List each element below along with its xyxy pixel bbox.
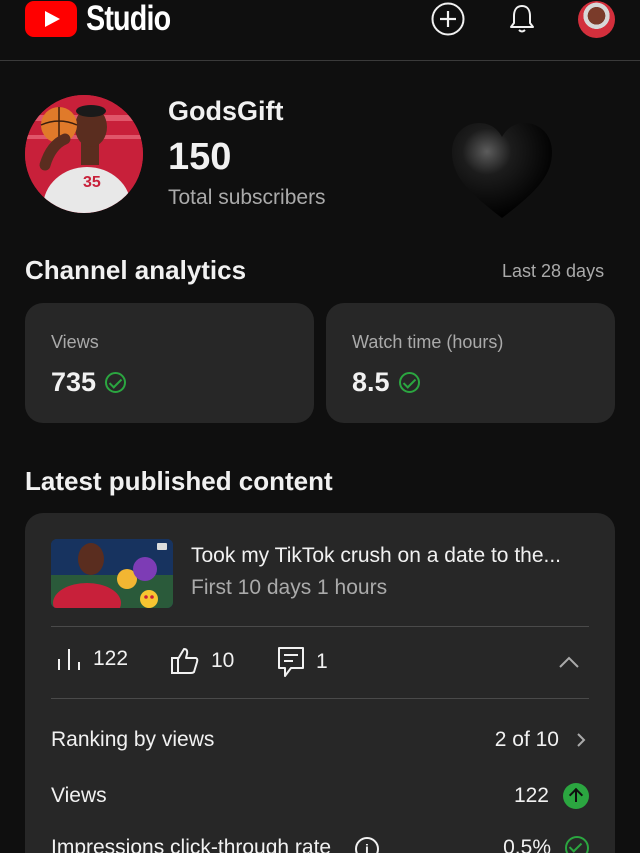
video-title[interactable]: Took my TikTok crush on a date to the... — [191, 544, 595, 568]
analytics-title: Channel analytics — [25, 255, 247, 285]
check-circle-icon — [565, 836, 589, 853]
ctr-label: Impressions click-through rate — [51, 835, 332, 853]
likes-metric-value: 10 — [211, 649, 235, 672]
comments-metric-value: 1 — [316, 650, 328, 673]
logo-text: Studio — [86, 0, 171, 38]
video-thumbnail[interactable] — [51, 539, 173, 608]
video-period: First 10 days 1 hours — [191, 576, 388, 599]
arrow-up-icon — [563, 783, 589, 809]
watch-time-value: 8.5 — [352, 367, 420, 398]
views-value: 735 — [51, 367, 127, 398]
jersey-number: 35 — [83, 174, 101, 191]
ctr-row: Impressions click-through rate i 0.5% — [51, 828, 589, 853]
check-circle-icon — [105, 372, 127, 393]
views-number: 735 — [51, 367, 97, 397]
youtube-play-icon — [25, 1, 77, 37]
bar-chart-icon — [58, 649, 80, 670]
ranking-label: Ranking by views — [51, 728, 215, 751]
divider — [51, 626, 589, 627]
watch-time-card[interactable]: Watch time (hours) 8.5 — [326, 303, 615, 423]
comments-metric: 1 — [277, 646, 328, 678]
channel-avatar-image: 35 — [25, 95, 143, 213]
ranking-row[interactable]: Ranking by views 2 of 10 — [51, 720, 589, 760]
date-range[interactable]: Last 28 days — [502, 261, 604, 282]
watch-time-label: Watch time (hours) — [352, 332, 504, 352]
check-circle-icon — [398, 372, 420, 393]
views-metric-value: 122 — [93, 647, 129, 670]
black-heart-icon — [452, 123, 552, 218]
latest-content-title: Latest published content — [25, 466, 333, 496]
app-header: Studio — [0, 0, 640, 61]
views-row-label: Views — [51, 784, 107, 807]
info-icon[interactable]: i — [354, 836, 379, 853]
thumbs-up-icon — [171, 648, 199, 674]
ctr-value: 0.5% — [503, 836, 551, 853]
notifications-icon[interactable] — [505, 2, 539, 36]
likes-metric: 10 — [170, 646, 234, 676]
comment-icon — [278, 647, 304, 677]
subscriber-label: Total subscribers — [168, 186, 326, 209]
views-row: Views 122 — [51, 776, 589, 816]
subscriber-count: 150 — [168, 136, 232, 178]
views-label: Views — [51, 332, 99, 352]
watch-time-number: 8.5 — [352, 367, 390, 397]
create-icon[interactable] — [431, 2, 465, 36]
studio-logo[interactable]: Studio — [25, 0, 189, 38]
chevron-right-icon — [577, 733, 586, 747]
channel-avatar: 35 — [25, 95, 143, 213]
views-row-value: 122 — [513, 784, 549, 807]
chevron-up-icon[interactable] — [558, 652, 580, 674]
ranking-value: 2 of 10 — [494, 728, 559, 751]
views-card[interactable]: Views 735 — [25, 303, 314, 423]
channel-name: GodsGift — [168, 96, 284, 126]
account-avatar[interactable] — [578, 1, 615, 38]
views-metric: 122 — [56, 646, 128, 672]
latest-content-card: Took my TikTok crush on a date to the...… — [25, 513, 615, 853]
video-thumbnail-image — [51, 539, 173, 608]
divider — [51, 698, 589, 699]
